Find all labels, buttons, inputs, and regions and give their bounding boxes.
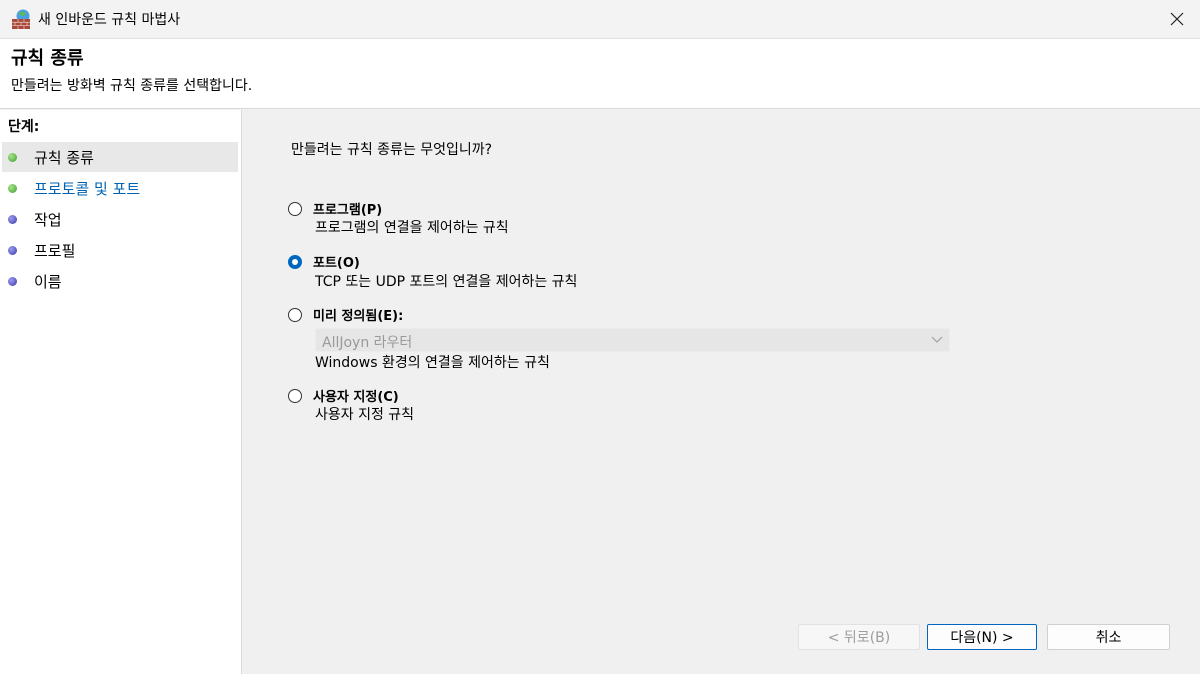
- page-subtitle: 만들려는 방화벽 규칙 종류를 선택합니다.: [11, 78, 253, 94]
- steps-sidebar: 단계: 규칙 종류 프로토콜 및 포트 작업 프로필 이름: [0, 110, 242, 674]
- steps-title: 단계:: [8, 119, 40, 135]
- close-icon: [1170, 12, 1184, 26]
- title-bar: 새 인바운드 규칙 마법사: [0, 0, 1200, 39]
- next-button[interactable]: 다음(N) >: [927, 624, 1037, 650]
- page-title: 규칙 종류: [11, 48, 84, 69]
- port-radio[interactable]: [288, 254, 302, 269]
- predefined-radio[interactable]: [288, 307, 302, 322]
- wizard-content: 만들려는 규칙 종류는 무엇입니까? 프로그램(P) 프로그램의 연결을 제어하…: [243, 110, 1200, 674]
- window-title: 새 인바운드 규칙 마법사: [38, 12, 181, 28]
- option-description: 사용자 지정 규칙: [315, 407, 415, 423]
- wizard-header: 규칙 종류 만들려는 방화벽 규칙 종류를 선택합니다.: [0, 39, 1200, 109]
- firewall-icon: [12, 9, 30, 29]
- step-status-pending-icon: [8, 214, 17, 224]
- program-radio[interactable]: [288, 201, 302, 216]
- option-label[interactable]: 프로그램(P): [313, 199, 382, 218]
- step-status-pending-icon: [8, 276, 17, 286]
- option-description: 프로그램의 연결을 제어하는 규칙: [315, 220, 509, 236]
- option-custom[interactable]: 사용자 지정(C): [288, 386, 399, 405]
- predefined-rules-select[interactable]: AllJoyn 라우터: [315, 328, 950, 352]
- custom-radio[interactable]: [288, 388, 302, 403]
- option-label[interactable]: 사용자 지정(C): [313, 386, 399, 405]
- select-value: AllJoyn 라우터: [322, 335, 413, 351]
- cancel-button[interactable]: 취소: [1047, 624, 1170, 650]
- option-description: TCP 또는 UDP 포트의 연결을 제어하는 규칙: [315, 274, 578, 290]
- step-label: 프로필: [34, 241, 76, 260]
- step-name: 이름: [2, 266, 238, 296]
- option-port[interactable]: 포트(O): [288, 252, 360, 271]
- option-description: Windows 환경의 연결을 제어하는 규칙: [315, 355, 550, 371]
- option-label[interactable]: 미리 정의됨(E):: [313, 305, 403, 324]
- chevron-down-icon: [931, 336, 943, 343]
- step-action: 작업: [2, 204, 238, 234]
- step-status-complete-icon: [8, 152, 17, 162]
- step-status-pending-icon: [8, 245, 17, 255]
- step-profile: 프로필: [2, 235, 238, 265]
- back-button[interactable]: < 뒤로(B): [798, 624, 920, 650]
- question-text: 만들려는 규칙 종류는 무엇입니까?: [291, 142, 493, 158]
- step-label: 이름: [34, 272, 62, 291]
- step-label[interactable]: 프로토콜 및 포트: [34, 178, 140, 199]
- step-rule-type: 규칙 종류: [2, 142, 238, 172]
- step-protocol-ports[interactable]: 프로토콜 및 포트: [2, 173, 238, 203]
- step-label: 작업: [34, 210, 62, 229]
- step-status-complete-icon: [8, 183, 17, 193]
- option-predefined[interactable]: 미리 정의됨(E):: [288, 305, 403, 324]
- option-label[interactable]: 포트(O): [313, 252, 360, 271]
- step-label: 규칙 종류: [34, 148, 94, 167]
- option-program[interactable]: 프로그램(P): [288, 199, 382, 218]
- close-button[interactable]: [1154, 0, 1200, 38]
